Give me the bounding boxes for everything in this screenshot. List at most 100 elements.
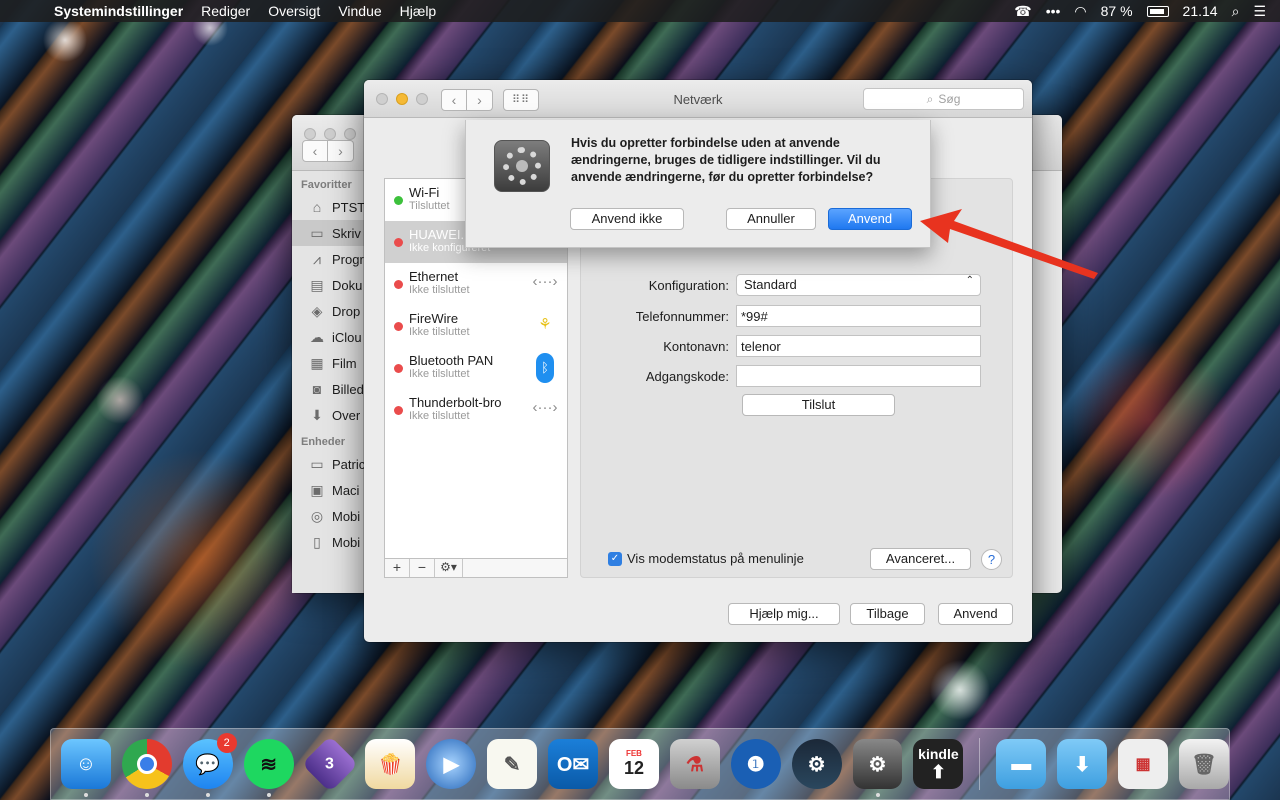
- sidebar-item-label: Skriv: [332, 225, 361, 241]
- status-dot: [394, 196, 403, 205]
- messages-icon[interactable]: 💬 2: [182, 733, 237, 797]
- battery-icon[interactable]: [1146, 5, 1169, 17]
- kindle-label: kindle: [918, 745, 959, 762]
- revert-button[interactable]: Tilbage: [850, 603, 925, 625]
- sidebar-item-label: Patric: [332, 456, 366, 472]
- drive-icon: ▯: [313, 533, 321, 550]
- service-item-thunderbolt[interactable]: Thunderbolt-bro Ikke tilsluttet ‹···›: [385, 389, 567, 431]
- service-item-bluetooth-pan[interactable]: Bluetooth PAN Ikke tilsluttet ᛒ: [385, 347, 567, 389]
- remove-service-button[interactable]: −: [410, 559, 435, 577]
- menu-app-name[interactable]: Systemindstillinger: [54, 3, 183, 19]
- phone-field[interactable]: *99#: [736, 305, 981, 327]
- account-field[interactable]: telenor: [736, 335, 981, 357]
- connect-button[interactable]: Tilslut: [742, 394, 895, 416]
- camera-icon: ◙: [312, 381, 322, 397]
- status-dot: [394, 322, 403, 331]
- menu-item-window[interactable]: Vindue: [338, 3, 381, 19]
- finder-icon[interactable]: ☺: [61, 739, 111, 797]
- sidebar-item-label: Progr: [332, 251, 364, 267]
- quicktime-icon[interactable]: ▶: [426, 739, 477, 789]
- running-indicator: [84, 793, 88, 797]
- disk-icon: ▣: [310, 481, 324, 498]
- onepassword-icon[interactable]: ❶: [730, 739, 781, 789]
- apply-button[interactable]: Anvend: [938, 603, 1013, 625]
- outlook-icon[interactable]: O✉: [548, 739, 599, 789]
- sidebar-item-label: Doku: [332, 277, 363, 293]
- account-label: Kontonavn:: [663, 338, 729, 354]
- minimize-button[interactable]: [324, 128, 336, 140]
- assist-me-button[interactable]: Hjælp mig...: [728, 603, 840, 625]
- calendar-month: FEB: [625, 749, 642, 758]
- sidebar-item-label: iClou: [332, 329, 362, 345]
- battery-percent[interactable]: 87 %: [1101, 3, 1133, 19]
- notification-center-icon[interactable]: ☰: [1253, 3, 1266, 20]
- back-button[interactable]: ‹: [302, 140, 328, 162]
- phone-label: Telefonnummer:: [635, 308, 729, 324]
- thunderbolt-icon: ‹···›: [532, 399, 558, 416]
- textedit-icon[interactable]: ✎: [487, 739, 538, 789]
- help-button[interactable]: ?: [981, 549, 1002, 570]
- clock[interactable]: 21.14: [1183, 3, 1218, 19]
- wifi-status-icon[interactable]: ◠: [1074, 3, 1086, 20]
- close-button[interactable]: [304, 128, 316, 140]
- sidebar-item-label: Drop: [332, 303, 361, 319]
- menu-item-view[interactable]: Oversigt: [268, 3, 320, 19]
- advanced-button[interactable]: Avanceret...: [870, 548, 971, 570]
- firewire-icon: ⚘: [538, 316, 552, 333]
- dock: ☺ 💬 2 ≋ 3 🍿 ▶ ✎ O✉ FEB 12 ⚗ ❶ ⚙ ⚙ kindle ⬆ …: [50, 728, 1230, 800]
- home-icon: ⌂: [312, 199, 322, 215]
- sheet-message: Hvis du opretter forbindelse uden at anv…: [571, 136, 881, 184]
- password-field[interactable]: [736, 365, 981, 387]
- forward-button[interactable]: ›: [328, 140, 354, 162]
- ethernet-icon: ‹···›: [532, 273, 558, 290]
- spotify-icon[interactable]: ≋: [243, 739, 294, 797]
- desktop-icon: ▭: [310, 224, 324, 241]
- three-app-icon[interactable]: 3: [301, 735, 358, 793]
- search-field[interactable]: ⌕ Søg: [863, 88, 1024, 110]
- trash-icon[interactable]: 🗑: [1179, 739, 1229, 789]
- service-item-ethernet[interactable]: Ethernet Ikke tilsluttet ‹···›: [385, 263, 567, 305]
- laptop-icon: ▭: [310, 455, 324, 472]
- dock-separator: [979, 738, 981, 790]
- spotlight-icon[interactable]: ⌕: [1232, 3, 1240, 20]
- running-indicator: [205, 793, 210, 797]
- download-icon: ⬇: [311, 406, 323, 423]
- status-dot: [394, 238, 403, 247]
- sheet-apply-button[interactable]: Anvend: [828, 208, 912, 230]
- running-indicator: [875, 793, 880, 797]
- bluetooth-icon: ᛒ: [529, 353, 561, 383]
- cancel-button[interactable]: Annuller: [726, 208, 816, 230]
- recent-document-icon[interactable]: ▦: [1118, 739, 1169, 789]
- modem-status-label: Vis modemstatus på menulinje: [627, 551, 804, 566]
- downloads-folder-icon[interactable]: ⬇: [1057, 739, 1108, 789]
- status-dot: [394, 364, 403, 373]
- add-service-button[interactable]: +: [385, 559, 410, 577]
- zoom-button[interactable]: [344, 128, 356, 140]
- dont-apply-button[interactable]: Anvend ikke: [570, 208, 684, 230]
- system-preferences-icon: [494, 140, 550, 192]
- checkbox-checked-icon[interactable]: ✓: [608, 551, 622, 566]
- service-item-firewire[interactable]: FireWire Ikke tilsluttet ⚘: [385, 305, 567, 347]
- menu-item-edit[interactable]: Rediger: [201, 3, 250, 19]
- folder-icon[interactable]: ▬: [996, 739, 1047, 789]
- chrome-icon[interactable]: [121, 739, 172, 797]
- sidebar-item-label: Mobi: [332, 508, 361, 524]
- sidebar-item-label: Mobi: [332, 534, 361, 550]
- modem-status-option[interactable]: ✓ Vis modemstatus på menulinje: [608, 551, 804, 566]
- config-label: Konfiguration:: [648, 277, 729, 293]
- phone-status-icon[interactable]: ☎: [1014, 3, 1031, 20]
- service-actions-button[interactable]: ⚙▾: [435, 559, 463, 577]
- document-icon: ▤: [310, 276, 324, 293]
- apply-changes-sheet: Hvis du opretter forbindelse uden at anv…: [465, 120, 931, 248]
- steam-icon[interactable]: ⚙: [791, 739, 842, 789]
- more-icon[interactable]: •••: [1046, 3, 1061, 19]
- calendar-day: 12: [623, 758, 644, 778]
- popcorn-time-icon[interactable]: 🍿: [365, 739, 416, 789]
- system-preferences-dock-icon[interactable]: ⚙: [852, 739, 903, 797]
- kindle-icon[interactable]: kindle ⬆: [913, 739, 964, 789]
- search-icon: ⌕: [926, 91, 934, 106]
- menu-item-help[interactable]: Hjælp: [400, 3, 437, 19]
- calendar-icon[interactable]: FEB 12: [609, 739, 659, 789]
- transmission-icon[interactable]: ⚗: [669, 739, 720, 789]
- menu-bar: Systemindstillinger Rediger Oversigt Vin…: [0, 0, 1280, 22]
